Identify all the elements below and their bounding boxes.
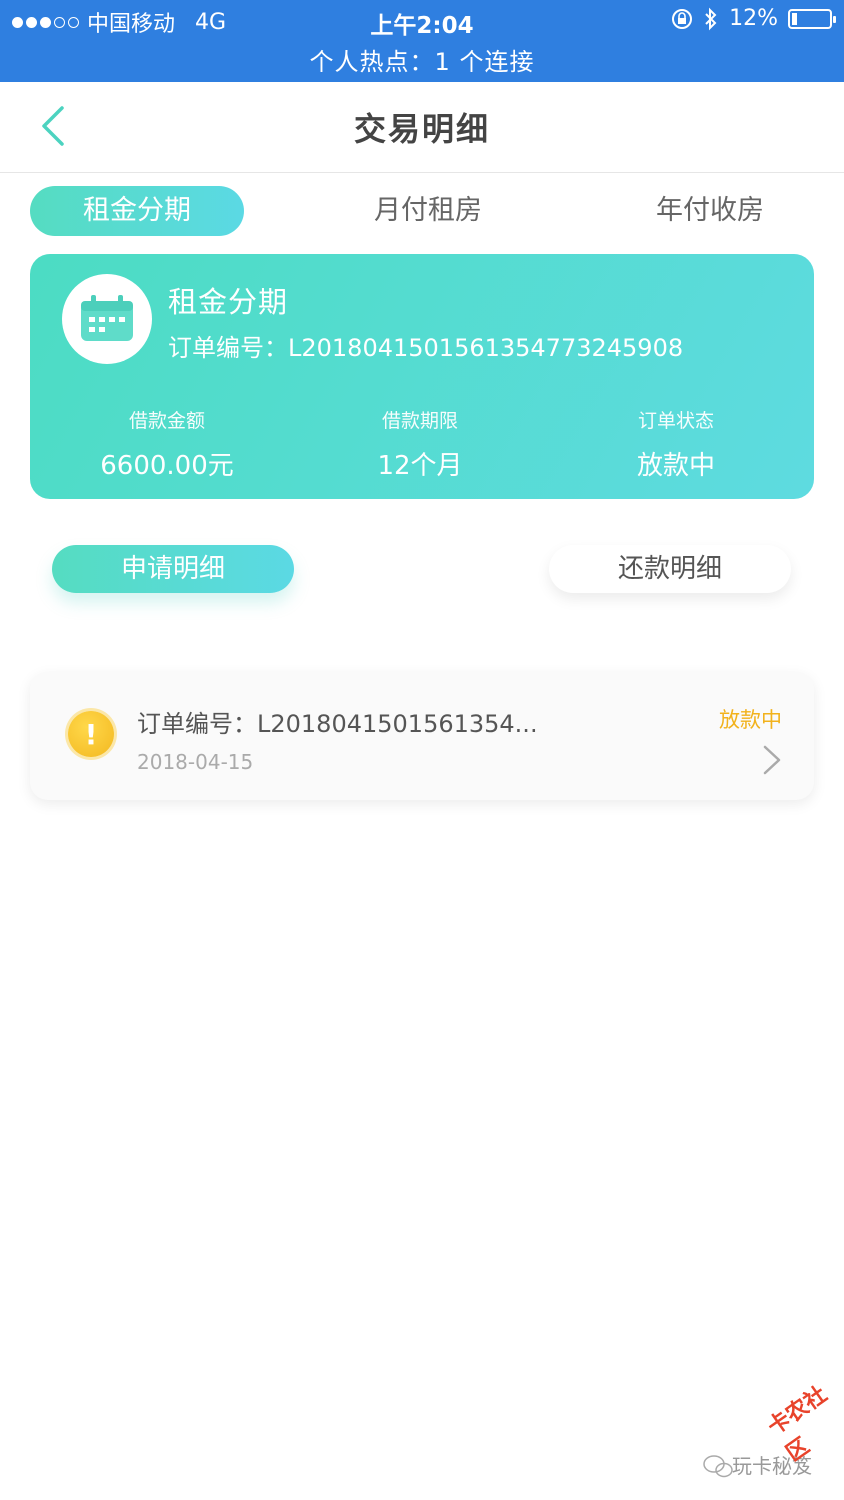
order-number: L201804150156135477324590​8 — [288, 334, 684, 362]
battery-percent: 12% — [729, 6, 778, 31]
tab-monthly-rent[interactable]: 月付租房 — [338, 186, 518, 236]
record-order-number: 订单编号：L2018041501561354... — [137, 710, 538, 738]
calendar-icon — [81, 295, 133, 341]
stat-value: 6600.00元 — [100, 451, 234, 481]
stat-value: 放款中 — [636, 451, 715, 481]
warning-icon: ! — [68, 711, 114, 757]
bluetooth-icon — [705, 7, 717, 30]
order-number-line: 订单编号：L201804150156135477324590​8 — [168, 328, 683, 363]
stat-label: 订单状态 — [637, 410, 714, 432]
order-label: 订单编号： — [168, 334, 288, 362]
loan-amount-stat: 借款金额 6600.00元 — [57, 406, 277, 482]
battery-icon — [788, 8, 836, 29]
calendar-icon-badge — [62, 274, 152, 364]
repayment-details-button[interactable]: 还款明细 — [549, 545, 791, 593]
stat-value: 12个月 — [377, 451, 463, 481]
record-status: 放款中 — [719, 708, 782, 732]
chevron-right-icon — [763, 745, 781, 775]
status-icons: 12% — [671, 6, 836, 31]
hotspot-banner[interactable]: 个人热点：1 个连接 — [0, 42, 844, 77]
stat-label: 借款期限 — [381, 410, 458, 432]
product-tabs: 租金分期 月付租房 年付收房 — [30, 186, 814, 236]
stat-label: 借款金额 — [128, 410, 205, 432]
order-status-stat: 订单状态 放款中 — [566, 406, 786, 482]
status-bar: 中国移动 4G 上午2:04 12% 个人热点：1 个连接 — [0, 0, 844, 82]
order-summary-card: 租金分期 订单编号：L201804150156135477324590​8 借款… — [30, 254, 814, 499]
card-title: 租金分期 — [168, 285, 289, 319]
apply-details-button[interactable]: 申请明细 — [52, 545, 294, 593]
rotation-lock-icon — [672, 8, 693, 29]
page-title: 交易明细 — [353, 110, 490, 148]
record-date: 2018-04-15 — [137, 750, 254, 774]
list-item[interactable]: ! 订单编号：L2018041501561354... 2018-04-15 放… — [30, 672, 814, 800]
tab-yearly-collect[interactable]: 年付收房 — [620, 186, 800, 236]
navigation-bar: 交易明细 — [0, 82, 844, 173]
loan-term-stat: 借款期限 12个月 — [310, 406, 530, 482]
tab-rent-installment[interactable]: 租金分期 — [30, 186, 244, 236]
